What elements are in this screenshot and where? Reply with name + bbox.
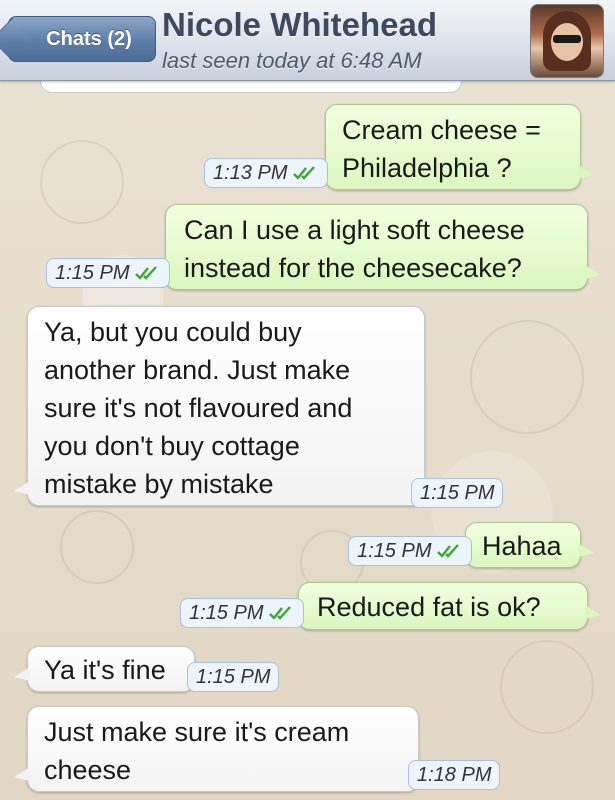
message-bubble-incoming[interactable]: Just make sure it's cream cheese	[14, 706, 419, 792]
message-timestamp: 1:13 PM	[204, 158, 329, 188]
message-bubble-outgoing[interactable]: Cream cheese = Philadelphia ?	[325, 104, 594, 190]
message-bubble-incoming[interactable]: Ya, but you could buy another brand. Jus…	[14, 306, 425, 506]
double-check-icon	[269, 605, 295, 621]
message-text: sure it's not flavoured and	[44, 393, 353, 423]
message-timestamp: 1:15 PM	[411, 478, 504, 508]
timestamp-text: 1:15 PM	[196, 665, 271, 688]
previous-message-bubble	[40, 80, 462, 93]
message-text: Ya, but you could buy	[44, 317, 302, 347]
contact-name[interactable]: Nicole Whitehead	[162, 6, 522, 44]
contact-avatar[interactable]	[530, 4, 604, 78]
message-timestamp: 1:18 PM	[408, 760, 501, 790]
timestamp-text: 1:15 PM	[420, 481, 495, 504]
double-check-icon	[437, 543, 463, 559]
message-text: Hahaa	[482, 531, 562, 561]
timestamp-text: 1:15 PM	[189, 601, 264, 624]
back-to-chats-button[interactable]: Chats (2)	[8, 16, 156, 62]
message-text: another brand. Just make	[44, 355, 351, 385]
timestamp-text: 1:15 PM	[55, 261, 130, 284]
message-timestamp: 1:15 PM	[348, 536, 473, 566]
message-text: instead for the cheesecake?	[184, 253, 522, 283]
message-timestamp: 1:15 PM	[180, 598, 305, 628]
message-timestamp: 1:15 PM	[187, 662, 280, 692]
message-text: Cream cheese =	[342, 115, 541, 145]
message-text: Ya it's fine	[44, 655, 166, 685]
double-check-icon	[293, 165, 319, 181]
timestamp-text: 1:18 PM	[417, 763, 492, 786]
message-text: Philadelphia ?	[342, 153, 512, 183]
message-text: Can I use a light soft cheese	[184, 215, 525, 245]
timestamp-text: 1:15 PM	[357, 539, 432, 562]
message-bubble-outgoing[interactable]: Can I use a light soft cheese instead fo…	[165, 204, 601, 290]
message-text: you don't buy cottage	[44, 431, 300, 461]
double-check-icon	[135, 265, 161, 281]
message-bubble-outgoing[interactable]: Reduced fat is ok?	[298, 582, 601, 630]
chat-header: Chats (2) Nicole Whitehead last seen tod…	[0, 0, 615, 81]
message-bubble-incoming[interactable]: Ya it's fine	[14, 646, 195, 692]
message-text: Reduced fat is ok?	[317, 592, 541, 622]
last-seen-status: last seen today at 6:48 AM	[162, 48, 422, 73]
message-text: cheese	[44, 755, 132, 785]
message-timestamp: 1:15 PM	[46, 258, 171, 288]
message-bubble-outgoing[interactable]: Hahaa	[465, 522, 594, 568]
back-button-label: Chats (2)	[46, 27, 132, 50]
timestamp-text: 1:13 PM	[213, 161, 288, 184]
message-text: Just make sure it's cream	[44, 717, 350, 747]
message-text: mistake by mistake	[44, 469, 274, 499]
